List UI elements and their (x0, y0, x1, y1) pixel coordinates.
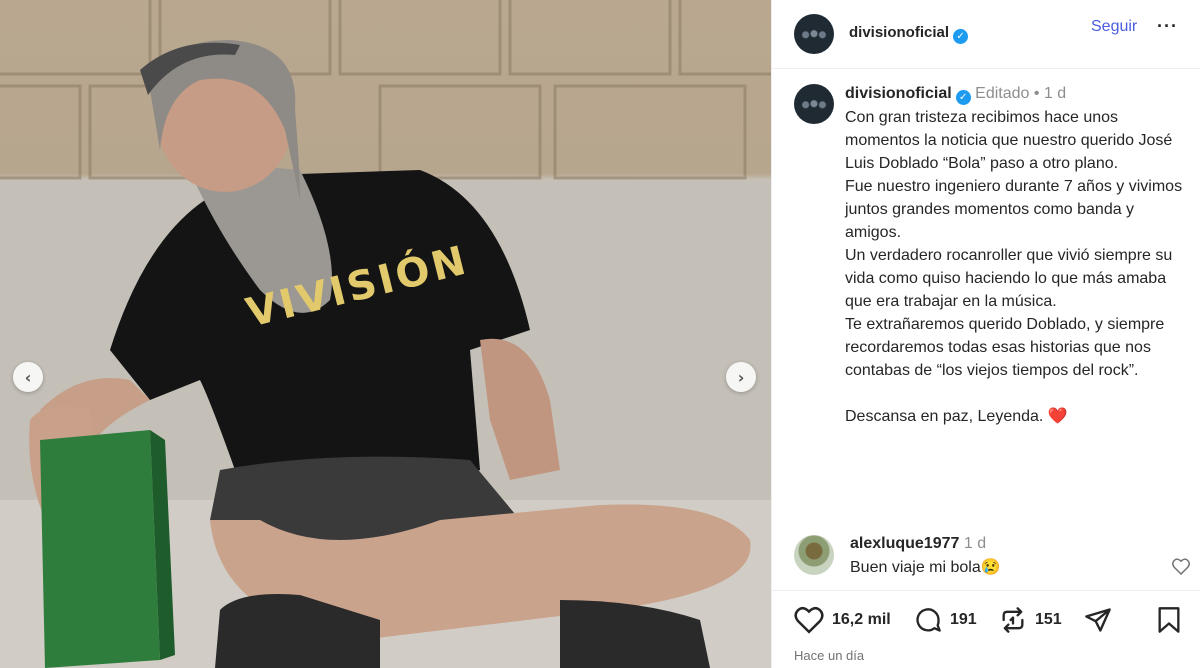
photo-scene (0, 0, 771, 668)
more-options-icon[interactable]: ··· (1157, 16, 1178, 37)
heart-emoji: ❤️ (1047, 408, 1068, 425)
caption-time[interactable]: 1 d (1044, 85, 1066, 102)
post-photo: VIVISIÓN ‹ › (0, 0, 771, 668)
caption-text: Con gran tristeza recibimos hace unos mo… (845, 106, 1185, 428)
comment-like-icon[interactable] (1172, 558, 1190, 581)
post-timestamp[interactable]: Hace un día (794, 648, 864, 663)
comment-avatar[interactable] (794, 535, 834, 575)
save-button[interactable] (1157, 606, 1181, 634)
verified-badge-icon: ✓ (953, 29, 969, 44)
meta-separator: • (1033, 85, 1040, 102)
caption-meta: divisionoficial ✓ Editado • 1 d (845, 85, 1066, 105)
share-button[interactable] (1084, 606, 1112, 634)
comment-meta: alexluque1977 1 d (850, 535, 986, 553)
chevron-right-icon: › (737, 367, 745, 387)
send-icon (1085, 608, 1111, 632)
comment-text: Buen viaje mi bola😢 (850, 559, 1001, 576)
repost-icon (1002, 607, 1024, 633)
caption-avatar[interactable] (794, 84, 834, 124)
action-bar: 16,2 mil 191 151 Hace un día (772, 590, 1200, 668)
comment-time: 1 d (963, 535, 987, 552)
like-button[interactable]: 16,2 mil (794, 606, 891, 634)
avatar[interactable] (794, 14, 834, 54)
header-username[interactable]: divisionoficial ✓ (849, 24, 969, 44)
repost-button[interactable]: 151 (999, 606, 1062, 634)
caption-username[interactable]: divisionoficial (845, 85, 952, 102)
chevron-left-icon: ‹ (24, 367, 32, 387)
post-side-panel: divisionoficial ✓ Seguir ··· divisionofic… (771, 0, 1200, 668)
post-header: divisionoficial ✓ Seguir ··· (772, 0, 1200, 69)
comment-button[interactable]: 191 (914, 606, 977, 634)
carousel-next-button[interactable]: › (726, 362, 756, 392)
follow-button[interactable]: Seguir (1091, 18, 1137, 36)
heart-icon (794, 607, 824, 634)
likes-count[interactable]: 16,2 mil (832, 611, 891, 629)
comments-count[interactable]: 191 (950, 611, 977, 629)
caption-section: divisionoficial ✓ Editado • 1 d Con gran … (772, 70, 1200, 590)
edited-label: Editado (975, 85, 1030, 102)
comment-icon (916, 608, 941, 632)
verified-badge-icon: ✓ (955, 90, 971, 105)
comment-username[interactable]: alexluque1977 (850, 535, 959, 552)
bookmark-icon (1158, 607, 1180, 633)
caption-body: Con gran tristeza recibimos hace unos mo… (845, 109, 1183, 425)
comment-item: alexluque1977 1 d Buen viaje mi bola😢 (794, 532, 1194, 592)
reposts-count[interactable]: 151 (1035, 611, 1062, 629)
carousel-prev-button[interactable]: ‹ (13, 362, 43, 392)
header-username-text[interactable]: divisionoficial (849, 24, 949, 41)
